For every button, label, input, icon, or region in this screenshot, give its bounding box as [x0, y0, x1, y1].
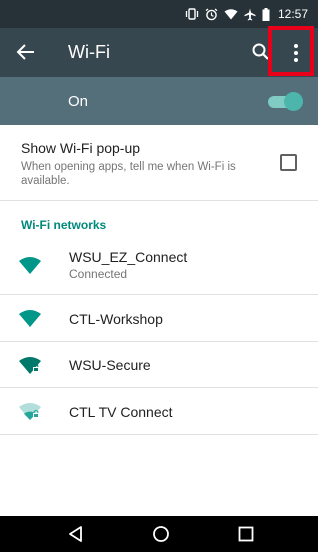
- nav-back-icon: [69, 526, 82, 542]
- battery-icon: [262, 7, 270, 21]
- wifi-toggle[interactable]: [268, 91, 303, 111]
- setting-description: When opening apps, tell me when Wi-Fi is…: [21, 161, 236, 187]
- wifi-full-icon: [19, 257, 41, 274]
- network-name: CTL TV Connect: [69, 404, 173, 420]
- setting-title: Show Wi-Fi pop-up: [21, 140, 141, 156]
- network-name: CTL-Workshop: [69, 311, 163, 327]
- wifi-weak-locked-icon: [19, 403, 41, 420]
- clock-time: 12:57: [277, 7, 308, 21]
- status-bar: 12:57: [0, 0, 318, 28]
- status-icons: 12:57: [185, 6, 308, 22]
- section-header: Wi-Fi networks: [21, 218, 107, 232]
- airplane-icon: [244, 8, 256, 21]
- network-item[interactable]: CTL-Workshop: [0, 295, 318, 341]
- navigation-bar: [0, 516, 318, 552]
- wifi-master-switch-bar[interactable]: On: [0, 77, 318, 125]
- wifi-locked-icon: [19, 357, 41, 374]
- divider: [0, 434, 318, 435]
- divider: [0, 200, 318, 201]
- network-name: WSU-Secure: [69, 357, 151, 373]
- network-name: WSU_EZ_Connect: [69, 249, 188, 265]
- highlight-box: [268, 26, 314, 76]
- nav-recents-icon: [238, 526, 254, 542]
- vibrate-icon: [185, 8, 199, 20]
- network-item[interactable]: WSU_EZ_Connect Connected: [0, 240, 318, 294]
- toggle-thumb: [284, 92, 303, 111]
- page-title: Wi-Fi: [68, 42, 110, 62]
- nav-home-button[interactable]: [151, 524, 171, 544]
- wifi-state-label: On: [68, 93, 89, 110]
- popup-checkbox[interactable]: [280, 154, 297, 171]
- network-item[interactable]: CTL TV Connect: [0, 388, 318, 434]
- network-status: Connected: [69, 267, 128, 281]
- wifi-signal-icon: [224, 8, 238, 20]
- back-arrow-icon: [16, 44, 34, 60]
- back-button[interactable]: [14, 40, 38, 64]
- nav-recents-button[interactable]: [236, 524, 256, 544]
- wifi-full-icon: [19, 310, 41, 327]
- nav-back-button[interactable]: [66, 524, 86, 544]
- alarm-icon: [205, 7, 218, 21]
- show-wifi-popup-setting[interactable]: Show Wi-Fi pop-up When opening apps, tel…: [0, 125, 318, 200]
- network-item[interactable]: WSU-Secure: [0, 342, 318, 387]
- nav-home-icon: [153, 526, 169, 542]
